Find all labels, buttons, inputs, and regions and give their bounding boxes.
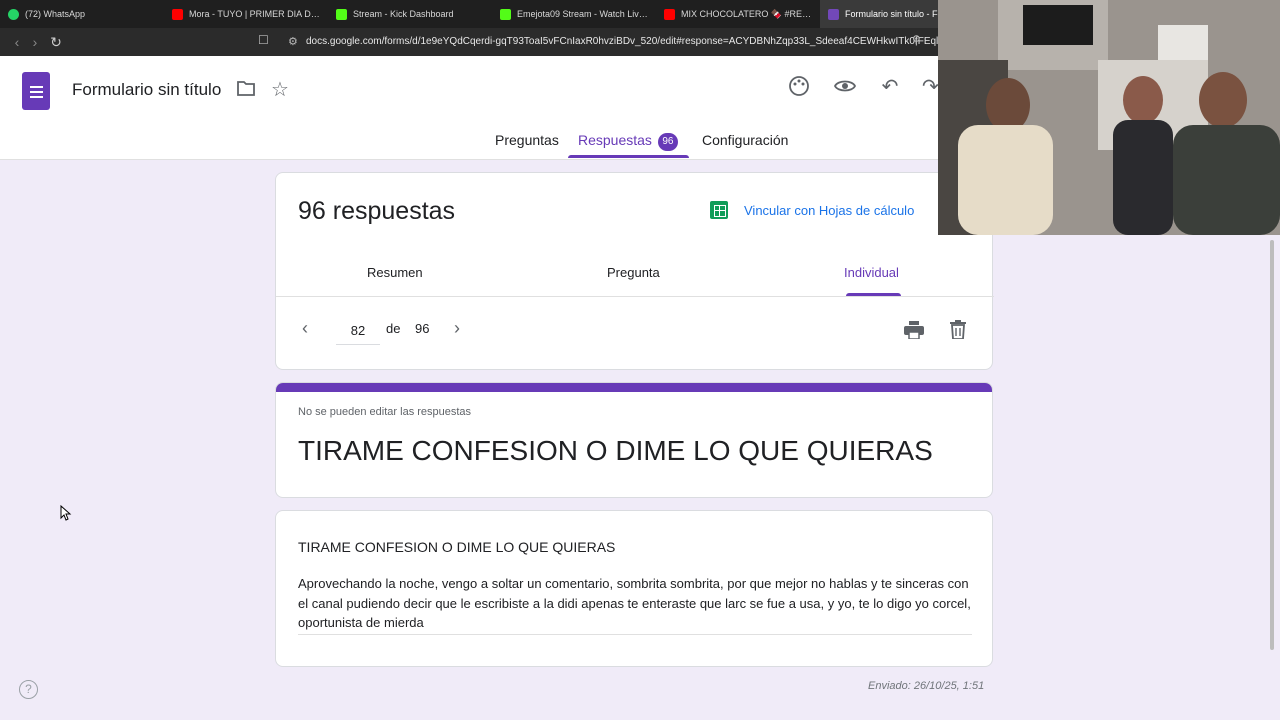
trash-icon[interactable] <box>950 320 966 344</box>
active-tab-indicator <box>568 155 689 158</box>
reload-icon[interactable]: ↻ <box>47 33 65 51</box>
tab-individual[interactable]: Individual <box>844 265 899 280</box>
browser-tab-kick-dashboard[interactable]: Stream - Kick Dashboard <box>328 0 492 28</box>
undo-icon[interactable]: ↶ <box>878 75 902 99</box>
link-sheets-button[interactable]: Vincular con Hojas de cálculo <box>710 201 914 219</box>
back-icon[interactable]: ‹ <box>8 33 26 51</box>
responses-count-badge: 96 <box>657 133 678 151</box>
forms-tab-icon <box>828 8 839 20</box>
print-icon[interactable] <box>904 321 924 344</box>
star-icon[interactable]: ☆ <box>268 78 292 102</box>
tab-title: MIX CHOCOLATERO 🍫 #REPARTO (Mix <box>681 8 812 19</box>
tab-title: Emejota09 Stream - Watch Live on Kick <box>517 9 648 19</box>
form-header-card: No se pueden editar las respuestas TIRAM… <box>275 382 993 498</box>
whatsapp-icon <box>8 8 19 20</box>
redo-icon[interactable]: ↷ <box>922 75 938 99</box>
forms-logo[interactable] <box>22 72 50 110</box>
browser-tab-kick-stream[interactable]: Emejota09 Stream - Watch Live on Kick <box>492 0 656 28</box>
active-subtab-indicator <box>846 293 901 296</box>
responses-summary-card: 96 respuestas Vincular con Hojas de cálc… <box>275 172 994 370</box>
folder-icon[interactable] <box>234 79 258 103</box>
url-text: docs.google.com/forms/d/1e9eYQdCqerdi-gq… <box>306 36 940 47</box>
page-scrollbar[interactable] <box>1270 240 1274 650</box>
help-icon[interactable]: ? <box>19 680 38 699</box>
tab-summary[interactable]: Resumen <box>367 265 423 280</box>
responses-count: 96 respuestas <box>298 197 456 225</box>
answer-text: Aprovechando la noche, vengo a soltar un… <box>298 574 972 635</box>
pager-total: 96 <box>415 321 430 336</box>
response-number-input[interactable]: 82 <box>336 317 380 345</box>
responses-view-tabs: Resumen Pregunta Individual <box>276 253 994 297</box>
readonly-note: No se pueden editar las respuestas <box>298 406 472 418</box>
form-name[interactable]: Formulario sin título <box>72 80 221 100</box>
webcam-image <box>938 0 1280 235</box>
zoom-icon[interactable]: ⚲ <box>912 33 921 47</box>
forward-icon[interactable]: › <box>26 33 44 51</box>
site-info-icon[interactable]: ⚙ <box>288 31 298 53</box>
tab-questions[interactable]: Preguntas <box>495 132 559 148</box>
accent-bar <box>276 383 992 392</box>
tab-responses[interactable]: Respuestas 96 <box>578 132 678 151</box>
chevron-right-icon[interactable]: › <box>454 318 460 339</box>
browser-tab-youtube-mix[interactable]: MIX CHOCOLATERO 🍫 #REPARTO (Mix <box>656 0 820 28</box>
tab-title: (72) WhatsApp <box>25 9 86 19</box>
tab-question[interactable]: Pregunta <box>607 265 660 280</box>
kick-icon <box>336 8 347 20</box>
form-title: TIRAME CONFESION O DIME LO QUE QUIERAS <box>298 435 933 466</box>
address-bar[interactable]: ⚙ docs.google.com/forms/d/1e9eYQdCqerdi-… <box>280 31 940 53</box>
link-sheets-label: Vincular con Hojas de cálculo <box>744 202 915 218</box>
browser-tab-whatsapp[interactable]: (72) WhatsApp <box>0 0 164 28</box>
tab-responses-label: Respuestas <box>578 132 652 148</box>
tab-title: Stream - Kick Dashboard <box>353 9 454 19</box>
answer-card: TIRAME CONFESION O DIME LO QUE QUIERAS A… <box>275 510 993 667</box>
pager-of-label: de <box>386 321 401 336</box>
kick-icon <box>500 8 511 20</box>
webcam-overlay <box>938 0 1280 235</box>
submitted-timestamp: Enviado: 26/10/25, 1:51 <box>868 680 985 692</box>
bookmark-icon[interactable]: ☐ <box>258 33 269 47</box>
chevron-left-icon[interactable]: ‹ <box>302 318 308 339</box>
youtube-icon <box>664 8 675 20</box>
tab-title: Mora - TUYO | PRIMER DIA DE CLASES <box>189 9 320 19</box>
question-title: TIRAME CONFESION O DIME LO QUE QUIERAS <box>298 539 616 555</box>
palette-icon[interactable] <box>787 75 811 99</box>
browser-tab-youtube-mora[interactable]: Mora - TUYO | PRIMER DIA DE CLASES <box>164 0 328 28</box>
sheets-icon <box>710 201 728 219</box>
mouse-cursor-icon <box>60 504 72 526</box>
youtube-icon <box>172 8 183 20</box>
eye-icon[interactable] <box>833 75 857 99</box>
tab-settings[interactable]: Configuración <box>702 132 788 148</box>
